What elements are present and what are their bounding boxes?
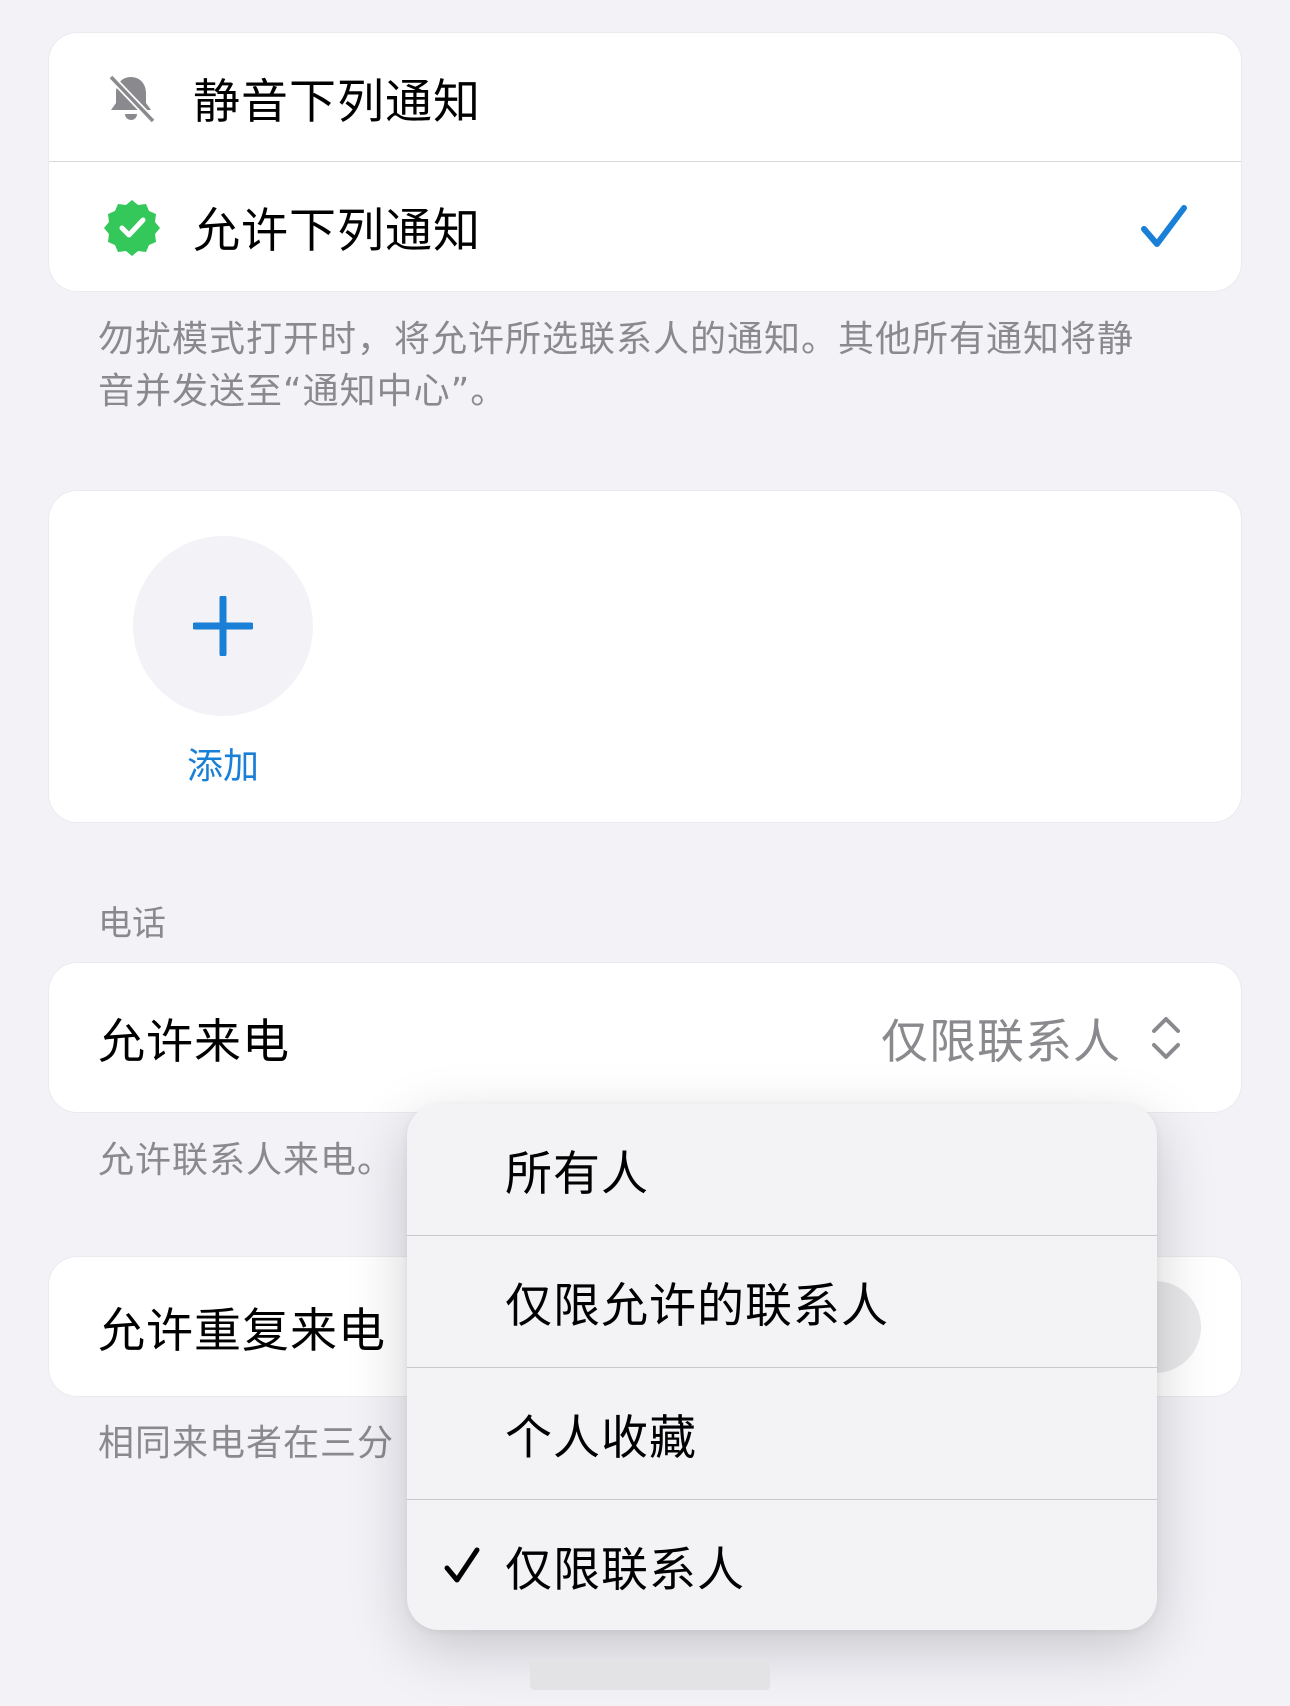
menu-item-contacts-only[interactable]: 仅限联系人 (407, 1500, 1157, 1630)
allow-calls-footnote: 允许联系人来电。 (98, 1140, 395, 1181)
repeated-calls-footnote: 相同来电者在三分 (98, 1423, 395, 1464)
home-indicator (530, 1660, 770, 1690)
add-person-button[interactable] (133, 536, 313, 716)
repeated-calls-label: 允许重复来电 (98, 1304, 386, 1359)
allow-notifications-label: 允许下列通知 (193, 204, 481, 259)
silence-notifications-row[interactable]: 静音下列通知 (49, 33, 1241, 162)
menu-item-label: 个人收藏 (505, 1411, 697, 1466)
bell-slash-icon (103, 71, 159, 127)
allow-notifications-row[interactable]: 允许下列通知 (49, 162, 1241, 291)
checkmark-icon (443, 1544, 481, 1588)
checkmark-seal-icon (103, 198, 161, 256)
notifications-card: 静音下列通知 允许下列通知 (49, 33, 1241, 291)
allow-calls-card: 允许来电 仅限联系人 (49, 963, 1241, 1112)
section-header-phone: 电话 (98, 904, 166, 944)
menu-item-label: 仅限联系人 (505, 1543, 745, 1598)
menu-item-label: 仅限允许的联系人 (505, 1279, 889, 1334)
allow-calls-label: 允许来电 (98, 1015, 290, 1070)
add-label[interactable]: 添加 (133, 737, 313, 789)
menu-item-label: 所有人 (505, 1147, 649, 1202)
allow-calls-value[interactable]: 仅限联系人 (881, 1003, 1121, 1072)
allow-calls-row[interactable]: 允许来电 仅限联系人 (49, 963, 1241, 1112)
chevron-up-down-icon (1149, 1013, 1183, 1063)
menu-item-everyone[interactable]: 所有人 (407, 1104, 1157, 1235)
people-card: 添加 (49, 491, 1241, 822)
selected-check-icon (1139, 202, 1189, 252)
calls-popup-menu: 所有人 仅限允许的联系人 个人收藏 仅限联系人 (407, 1104, 1157, 1630)
notifications-footnote: 勿扰模式打开时，将允许所选联系人的通知。其他所有通知将静音并发送至“通知中心”。 (98, 319, 1135, 412)
plus-icon (191, 594, 255, 658)
menu-item-allowed-contacts[interactable]: 仅限允许的联系人 (407, 1236, 1157, 1367)
silence-notifications-label: 静音下列通知 (193, 75, 481, 130)
menu-item-favorites[interactable]: 个人收藏 (407, 1368, 1157, 1499)
